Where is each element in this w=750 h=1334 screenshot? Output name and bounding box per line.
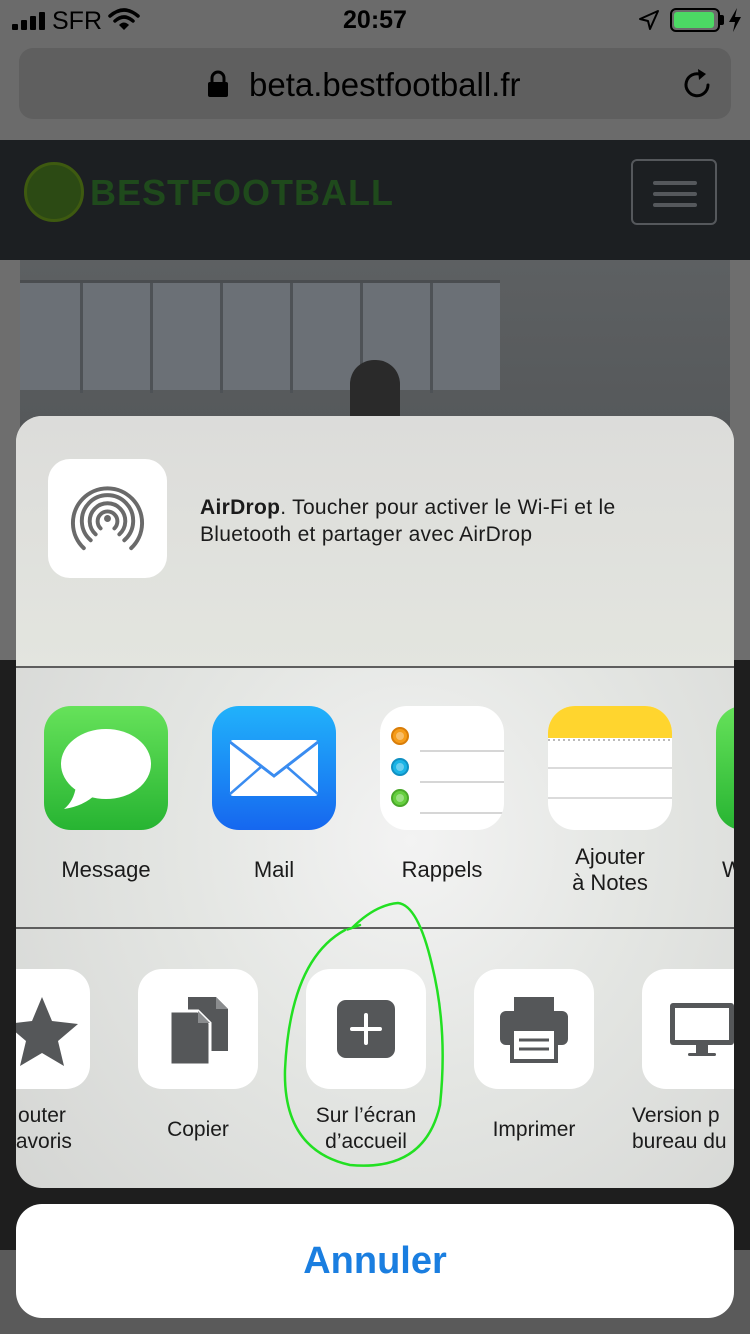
mail-icon (212, 706, 336, 830)
action-label-line1: Version p (632, 1104, 720, 1127)
site-header: BESTFOOTBALL (0, 140, 750, 260)
action-label-line2: favoris (16, 1130, 72, 1153)
star-icon (16, 969, 90, 1089)
action-copy[interactable]: Copier (138, 969, 258, 1143)
action-add-to-home-screen[interactable]: Sur l’écran d’accueil (306, 969, 426, 1155)
share-app-partial[interactable]: W (716, 706, 734, 883)
location-arrow-icon (639, 10, 659, 30)
notes-icon (548, 706, 672, 830)
share-app-mail[interactable]: Mail (212, 706, 336, 883)
action-label: outer favoris (16, 1103, 90, 1155)
action-desktop-version[interactable]: Version p bureau du (632, 969, 734, 1155)
airdrop-icon[interactable] (48, 459, 167, 578)
browser-toolbar: beta.bestfootball.fr (0, 40, 750, 140)
app-label: Mail (253, 857, 295, 882)
action-add-bookmark[interactable]: outer favoris (16, 969, 90, 1155)
charging-bolt-icon (729, 8, 741, 32)
site-logo-icon (24, 162, 84, 222)
photo-person (350, 360, 400, 420)
desktop-icon (642, 969, 734, 1089)
action-label: Sur l’écran d’accueil (306, 1103, 426, 1155)
app-partial-icon (716, 706, 734, 830)
lock-icon (208, 70, 228, 97)
action-label-line2: bureau du (632, 1130, 727, 1153)
app-label: Ajouter à Notes (548, 844, 672, 896)
reminders-icon (380, 706, 504, 830)
add-to-home-icon (306, 969, 426, 1089)
battery-level (674, 12, 714, 28)
airdrop-title: AirDrop (200, 496, 281, 519)
airdrop-description: AirDrop. Toucher pour activer le Wi-Fi e… (200, 494, 700, 548)
separator (16, 927, 734, 929)
cancel-button[interactable]: Annuler (16, 1204, 734, 1318)
action-label-line2: d’accueil (325, 1130, 407, 1153)
share-app-message[interactable]: Message (44, 706, 168, 883)
app-label: W (722, 857, 734, 882)
url-text[interactable]: beta.bestfootball.fr (249, 66, 521, 104)
app-label-line1: Ajouter (575, 844, 645, 869)
action-label: Version p bureau du (632, 1103, 734, 1155)
separator (16, 666, 734, 668)
app-label: Rappels (401, 857, 483, 882)
status-bar: SFR 20:57 (0, 0, 750, 40)
reload-icon[interactable] (679, 66, 715, 102)
share-app-reminders[interactable]: Rappels (380, 706, 504, 883)
share-app-notes[interactable]: Ajouter à Notes (548, 706, 672, 896)
airdrop-section: AirDrop. Toucher pour activer le Wi-Fi e… (16, 416, 734, 666)
battery-icon (670, 8, 720, 32)
hamburger-menu-icon[interactable] (631, 159, 717, 225)
app-label: Message (61, 857, 151, 882)
action-label-line1: outer (18, 1104, 66, 1127)
action-label-line1: Sur l’écran (315, 1104, 417, 1127)
site-logo-text: BESTFOOTBALL (90, 172, 394, 213)
action-label: Copier (167, 1118, 229, 1141)
copy-icon (138, 969, 258, 1089)
photo-fence (20, 280, 500, 393)
printer-icon (474, 969, 594, 1089)
battery-tip (720, 15, 724, 25)
share-sheet: AirDrop. Toucher pour activer le Wi-Fi e… (16, 416, 734, 1188)
address-bar[interactable]: beta.bestfootball.fr (19, 48, 731, 119)
action-print[interactable]: Imprimer (474, 969, 594, 1143)
app-label-line2: à Notes (572, 870, 648, 895)
action-label: Imprimer (492, 1118, 576, 1141)
messages-icon (44, 706, 168, 830)
